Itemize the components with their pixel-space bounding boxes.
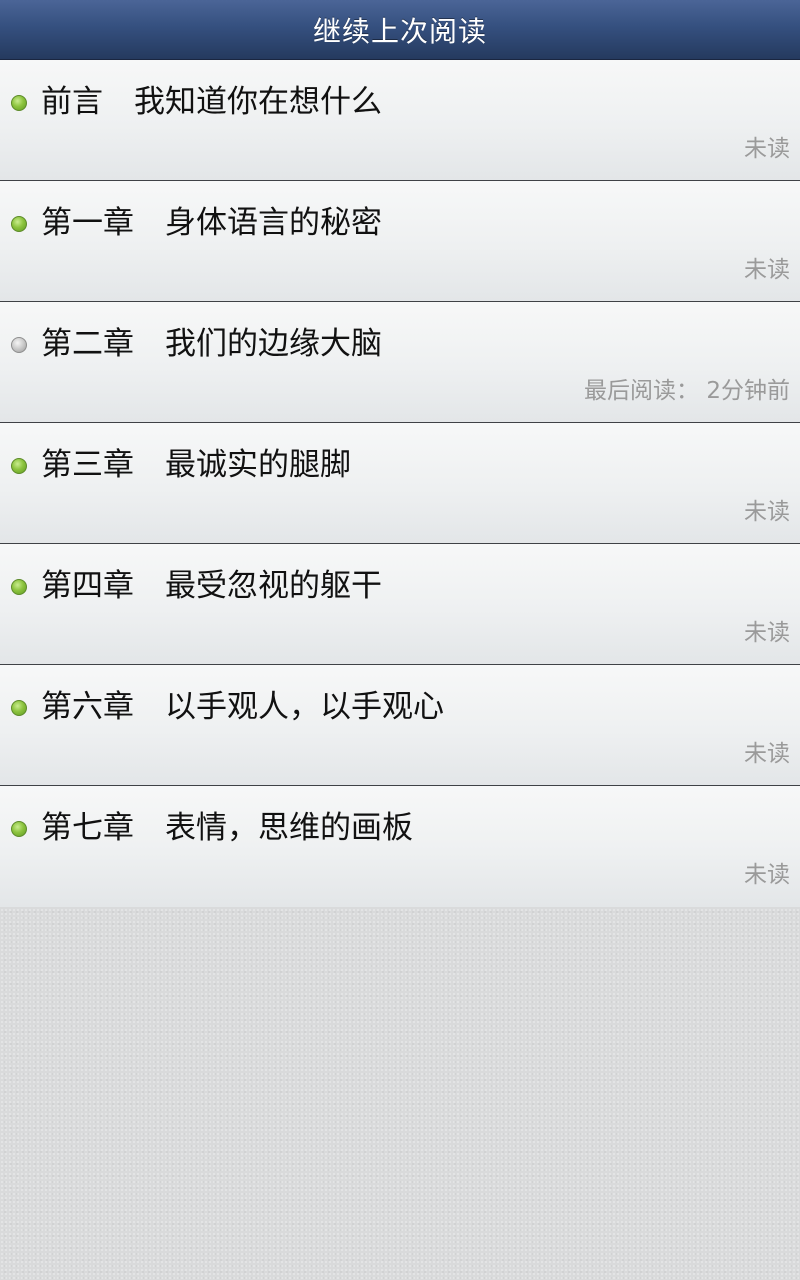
chapter-read-status: 未读 xyxy=(744,741,790,767)
unread-dot-icon xyxy=(11,821,27,837)
chapter-read-status: 未读 xyxy=(744,862,790,888)
chapter-row-7[interactable]: 第七章 表情，思维的画板 未读 xyxy=(0,786,800,907)
title-bar: 继续上次阅读 xyxy=(0,0,800,60)
unread-dot-icon xyxy=(11,458,27,474)
unread-dot-icon xyxy=(11,216,27,232)
chapter-read-status: 未读 xyxy=(744,499,790,525)
unread-dot-icon xyxy=(11,579,27,595)
chapter-row-2[interactable]: 第二章 我们的边缘大脑 最后阅读： 2分钟前 xyxy=(0,302,800,423)
chapter-row-3[interactable]: 第三章 最诚实的腿脚 未读 xyxy=(0,423,800,544)
chapter-read-status: 未读 xyxy=(744,620,790,646)
chapter-title: 第一章 身体语言的秘密 xyxy=(41,205,382,241)
unread-dot-icon xyxy=(11,700,27,716)
read-dot-icon xyxy=(11,337,27,353)
chapter-list: 前言 我知道你在想什么 未读 第一章 身体语言的秘密 未读 第二章 我们的边缘大… xyxy=(0,60,800,907)
chapter-title: 第二章 我们的边缘大脑 xyxy=(41,326,382,362)
page-title: 继续上次阅读 xyxy=(312,14,487,48)
chapter-read-status: 未读 xyxy=(744,257,790,283)
chapter-title: 第三章 最诚实的腿脚 xyxy=(41,447,351,483)
chapter-read-status: 最后阅读： 2分钟前 xyxy=(584,378,790,404)
chapter-row-6[interactable]: 第六章 以手观人，以手观心 未读 xyxy=(0,665,800,786)
chapter-read-status: 未读 xyxy=(744,136,790,162)
chapter-title: 前言 我知道你在想什么 xyxy=(41,84,382,120)
chapter-row-4[interactable]: 第四章 最受忽视的躯干 未读 xyxy=(0,544,800,665)
unread-dot-icon xyxy=(11,95,27,111)
chapter-title: 第七章 表情，思维的画板 xyxy=(41,810,413,846)
chapter-row-preface[interactable]: 前言 我知道你在想什么 未读 xyxy=(0,60,800,181)
chapter-title: 第六章 以手观人，以手观心 xyxy=(41,689,444,725)
chapter-title: 第四章 最受忽视的躯干 xyxy=(41,568,382,604)
chapter-row-1[interactable]: 第一章 身体语言的秘密 未读 xyxy=(0,181,800,302)
